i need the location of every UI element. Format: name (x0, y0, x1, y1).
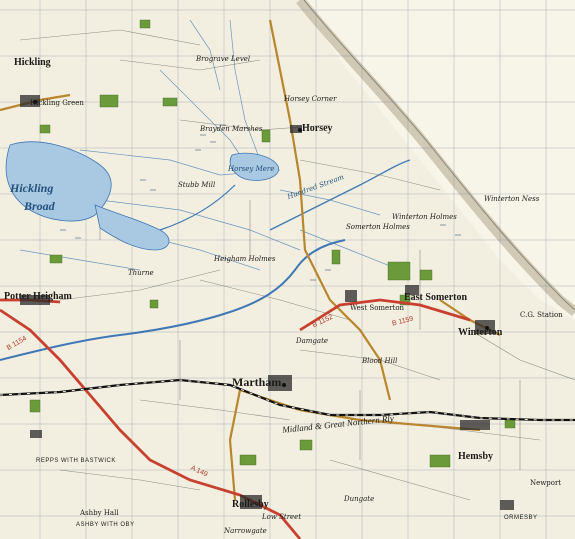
label-horsey-mere: Horsey Mere (228, 165, 275, 173)
label-heigham-holmes: Heigham Holmes (214, 255, 276, 263)
label-winterton-ness: Winterton Ness (484, 195, 540, 203)
label-potter-heigham: Potter Heigham (4, 291, 72, 302)
label-hemsby: Hemsby (458, 451, 493, 462)
label-horsey: Horsey (302, 123, 333, 134)
map-canvas[interactable]: Hickling Hickling Green Hickling Broad H… (0, 0, 575, 539)
label-hickling-broad-2: Broad (24, 199, 55, 213)
label-dungate: Dungate (344, 495, 375, 503)
label-winterton-holmes: Winterton Holmes (392, 213, 457, 221)
label-ormesby: ORMESBY (504, 515, 538, 521)
label-hickling-broad-1: Hickling (10, 181, 54, 195)
label-winterton: Winterton (458, 327, 503, 338)
label-horsey-corner: Horsey Corner (284, 95, 337, 103)
label-west-somerton: West Somerton (350, 304, 405, 312)
label-brograve-level: Brograve Level (196, 55, 251, 63)
label-somerton-holmes: Somerton Holmes (346, 223, 410, 231)
label-repps: REPPS WITH BASTWICK (36, 458, 116, 464)
label-hickling-green: Hickling Green (30, 99, 84, 107)
label-brayden-marshes: Brayden Marshes (200, 125, 263, 133)
label-ashby-hall: Ashby Hall (80, 509, 119, 517)
label-low-street: Low Street (262, 513, 302, 521)
label-narrowgate: Narrowgate (224, 527, 267, 535)
label-east-somerton: East Somerton (404, 292, 468, 303)
label-rollesby: Rollesby (232, 499, 269, 510)
label-newport: Newport (530, 479, 562, 487)
label-blood-hill: Blood Hill (362, 357, 398, 365)
label-stubb-mill: Stubb Mill (178, 181, 216, 189)
label-martham: Martham (232, 375, 282, 389)
label-damgate: Damgate (296, 337, 329, 345)
label-hickling: Hickling (14, 57, 51, 68)
label-ashby: ASHBY WITH OBY (76, 522, 135, 528)
label-thurne: Thurne (128, 269, 154, 277)
label-cg-station: C.G. Station (520, 311, 563, 319)
